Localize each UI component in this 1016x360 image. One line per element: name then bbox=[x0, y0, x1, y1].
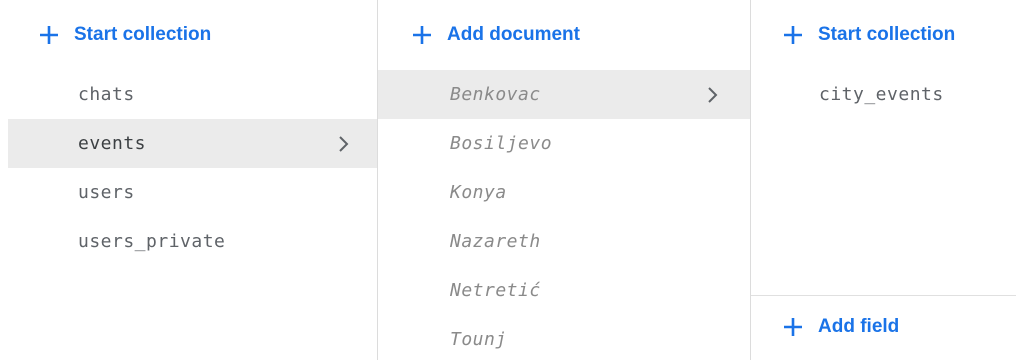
add-field-label: Add field bbox=[818, 316, 900, 337]
start-subcollection-button[interactable]: Start collection bbox=[782, 20, 955, 50]
document-item-nazareth[interactable]: Nazareth bbox=[378, 217, 750, 266]
start-collection-label: Start collection bbox=[74, 24, 212, 45]
document-item-benkovac[interactable]: Benkovac bbox=[378, 70, 750, 119]
document-item-label: Benkovac bbox=[450, 84, 541, 105]
plus-icon bbox=[782, 24, 804, 46]
fields-section: Add field bbox=[751, 295, 1016, 360]
document-item-konya[interactable]: Konya bbox=[378, 168, 750, 217]
document-item-label: Tounj bbox=[450, 329, 507, 350]
collection-item-chats[interactable]: chats bbox=[8, 70, 377, 119]
start-collection-button[interactable]: Start collection bbox=[38, 20, 211, 50]
subcollection-list: city_events bbox=[751, 70, 1016, 119]
subcollection-item-city-events[interactable]: city_events bbox=[751, 70, 1016, 119]
chevron-right-icon bbox=[706, 85, 720, 105]
document-detail-panel: Start collection city_events Add field bbox=[751, 0, 1016, 360]
subcollection-item-label: city_events bbox=[819, 84, 944, 105]
add-field-button[interactable]: Add field bbox=[782, 312, 899, 342]
plus-icon bbox=[411, 24, 433, 46]
collection-list: chats events users users_private bbox=[8, 70, 377, 266]
chevron-right-icon bbox=[337, 134, 351, 154]
document-item-tounj[interactable]: Tounj bbox=[378, 315, 750, 360]
document-item-bosiljevo[interactable]: Bosiljevo bbox=[378, 119, 750, 168]
collections-panel: Start collection chats events users user… bbox=[0, 0, 378, 360]
collection-item-label: users_private bbox=[78, 231, 226, 252]
documents-panel: Add document Benkovac Bosiljevo Konya Na… bbox=[378, 0, 751, 360]
document-item-label: Nazareth bbox=[450, 231, 541, 252]
document-list: Benkovac Bosiljevo Konya Nazareth Netret… bbox=[378, 70, 750, 360]
collection-item-users-private[interactable]: users_private bbox=[8, 217, 377, 266]
collection-item-users[interactable]: users bbox=[8, 168, 377, 217]
document-item-netretic[interactable]: Netretić bbox=[378, 266, 750, 315]
plus-icon bbox=[38, 24, 60, 46]
collection-item-label: chats bbox=[78, 84, 135, 105]
document-item-label: Bosiljevo bbox=[450, 133, 553, 154]
document-item-label: Netretić bbox=[450, 280, 541, 301]
collection-item-label: users bbox=[78, 182, 135, 203]
document-item-label: Konya bbox=[450, 182, 507, 203]
plus-icon bbox=[782, 316, 804, 338]
add-document-button[interactable]: Add document bbox=[411, 20, 580, 50]
collection-item-events[interactable]: events bbox=[8, 119, 377, 168]
start-collection-label: Start collection bbox=[818, 24, 956, 45]
firestore-data-viewer: Start collection chats events users user… bbox=[0, 0, 1016, 360]
collection-item-label: events bbox=[78, 133, 147, 154]
add-document-label: Add document bbox=[447, 24, 580, 45]
